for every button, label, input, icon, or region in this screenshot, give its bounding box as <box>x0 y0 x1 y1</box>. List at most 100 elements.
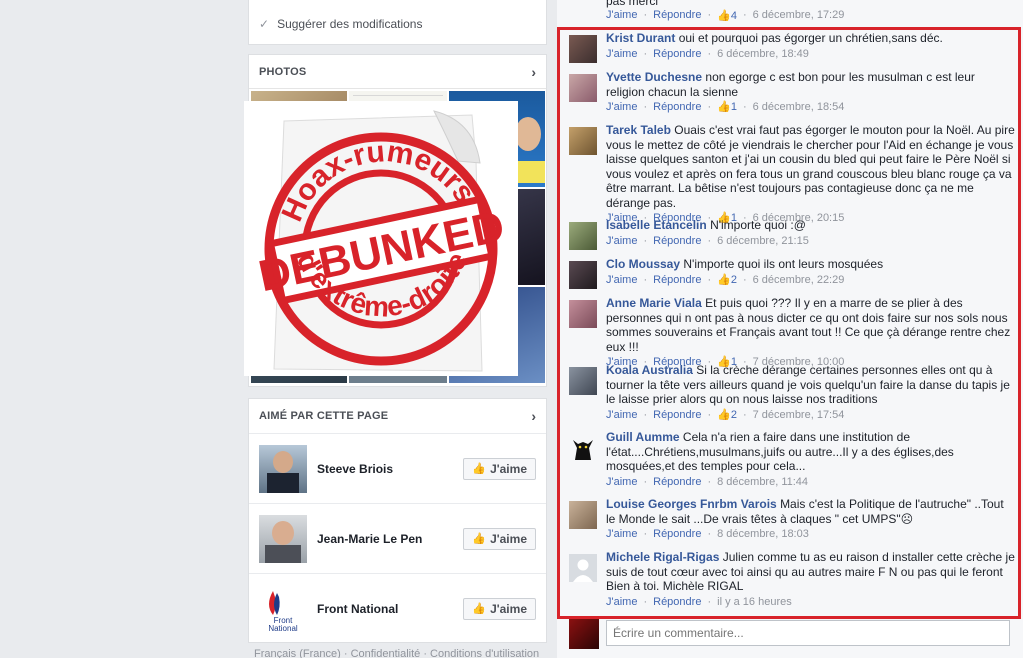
comment-timestamp[interactable]: 7 décembre, 17:54 <box>753 408 845 423</box>
separator: · <box>707 234 712 247</box>
comment-author[interactable]: Koala Australia <box>606 363 693 377</box>
reply-link[interactable]: Répondre <box>653 595 701 610</box>
avatar[interactable] <box>569 300 597 328</box>
write-comment-row <box>569 619 1015 649</box>
like-count[interactable]: 👍4 <box>717 9 737 22</box>
like-link[interactable]: J'aime <box>606 595 637 610</box>
checkmark-icon: ✓ <box>259 17 270 31</box>
comment-actions: J'aime · Répondre · il y a 16 heures <box>606 595 1015 610</box>
comment-timestamp[interactable]: 8 décembre, 18:03 <box>717 527 809 542</box>
reply-link[interactable]: Répondre <box>653 527 701 542</box>
reply-link[interactable]: Répondre <box>653 475 701 490</box>
comment-author[interactable]: Isabelle Etancelin <box>606 218 707 232</box>
like-count[interactable]: 👍2 <box>717 408 737 423</box>
avatar[interactable] <box>569 261 597 289</box>
like-link[interactable]: J'aime <box>606 527 637 542</box>
suggest-edits-link[interactable]: ✓ Suggérer des modifications <box>259 17 422 31</box>
separator: · <box>707 528 712 540</box>
thumbs-up-icon: 👍 <box>717 101 731 113</box>
reply-link[interactable]: Répondre <box>653 408 701 423</box>
comment-author[interactable]: Krist Durant <box>606 31 675 45</box>
separator: · <box>707 475 712 488</box>
separator: · <box>643 475 648 488</box>
comment-author[interactable]: Guill Aumme <box>606 430 680 444</box>
photos-header[interactable]: PHOTOS › <box>249 55 546 89</box>
separator: · <box>643 234 648 247</box>
separator: · <box>742 9 747 21</box>
comment-actions: J'aime · Répondre · 👍1 · 6 décembre, 18:… <box>606 100 1015 115</box>
comment-timestamp[interactable]: 6 décembre, 18:54 <box>753 100 845 115</box>
photos-title: PHOTOS <box>259 65 307 78</box>
reply-link[interactable]: Répondre <box>653 47 701 62</box>
thumbs-up-icon: 👍 <box>472 603 487 615</box>
avatar[interactable] <box>569 554 597 582</box>
like-link[interactable]: J'aime <box>606 9 637 22</box>
liked-page-name[interactable]: Front National <box>317 602 463 616</box>
avatar[interactable] <box>569 619 599 649</box>
separator: · <box>643 9 648 21</box>
like-link[interactable]: J'aime <box>606 475 637 490</box>
reply-link[interactable]: Répondre <box>653 234 701 249</box>
avatar[interactable] <box>259 514 307 563</box>
comment-author[interactable]: Yvette Duchesne <box>606 70 702 84</box>
thumbs-up-icon: 👍 <box>472 463 487 475</box>
separator: · <box>707 47 712 60</box>
comment-timestamp[interactable]: 6 décembre, 18:49 <box>717 47 809 62</box>
liked-page-name[interactable]: Jean-Marie Le Pen <box>317 532 463 546</box>
comment: Louise Georges Fnrbm Varois Mais c'est l… <box>569 497 1015 542</box>
liked-page-row[interactable]: Steeve Briois 👍 J'aime <box>249 433 546 503</box>
liked-page-row[interactable]: Jean-Marie Le Pen 👍 J'aime <box>249 503 546 573</box>
avatar[interactable] <box>569 127 597 155</box>
comment-actions: J'aime · Répondre · 6 décembre, 18:49 <box>606 47 1015 62</box>
comment-author[interactable]: Michele Rigal-Rigas <box>606 550 719 564</box>
front-national-logo[interactable]: Front National <box>259 584 307 633</box>
page-like-button[interactable]: 👍 J'aime <box>463 597 536 620</box>
comment-actions: J'aime · Répondre · 8 décembre, 11:44 <box>606 475 1015 490</box>
comment-author[interactable]: Louise Georges Fnrbm Varois <box>606 497 777 511</box>
like-link[interactable]: J'aime <box>606 273 637 288</box>
thumbs-up-icon: 👍 <box>717 10 731 22</box>
like-count[interactable]: 👍1 <box>717 100 737 115</box>
comment-author[interactable]: Tarek Taleb <box>606 123 671 137</box>
avatar[interactable] <box>569 35 597 63</box>
page-like-button[interactable]: 👍 J'aime <box>463 527 536 550</box>
page-like-button[interactable]: 👍 J'aime <box>463 457 536 480</box>
comment-author[interactable]: Clo Moussay <box>606 257 680 271</box>
comment-timestamp[interactable]: 6 décembre, 21:15 <box>717 234 809 249</box>
svg-text:National: National <box>268 624 298 633</box>
avatar[interactable] <box>569 367 597 395</box>
like-button-label: J'aime <box>490 601 527 616</box>
reply-link[interactable]: Répondre <box>653 273 701 288</box>
comment-author[interactable]: Anne Marie Viala <box>606 296 702 310</box>
like-link[interactable]: J'aime <box>606 408 637 423</box>
comment-text: N'importe quoi :@ <box>710 218 806 232</box>
comment-timestamp[interactable]: 6 décembre, 22:29 <box>753 273 845 288</box>
liked-page-name[interactable]: Steeve Briois <box>317 462 463 476</box>
comment: Clo Moussay N'importe quoi ils ont leurs… <box>569 257 1015 289</box>
like-count[interactable]: 👍2 <box>717 273 737 288</box>
like-link[interactable]: J'aime <box>606 47 637 62</box>
reply-link[interactable]: Répondre <box>653 9 701 22</box>
comment-timestamp[interactable]: 8 décembre, 11:44 <box>717 475 808 490</box>
comment-input[interactable] <box>606 620 1010 646</box>
like-link[interactable]: J'aime <box>606 100 637 115</box>
reply-link[interactable]: Répondre <box>653 100 701 115</box>
avatar[interactable] <box>569 222 597 250</box>
comment: Tarek Taleb Ouais c'est vrai faut pas ég… <box>569 123 1015 226</box>
separator: · <box>707 101 712 113</box>
avatar[interactable] <box>259 444 307 493</box>
chevron-right-icon[interactable]: › <box>531 408 536 424</box>
comment-timestamp[interactable]: il y a 16 heures <box>717 595 792 610</box>
avatar[interactable] <box>569 74 597 102</box>
chevron-right-icon[interactable]: › <box>531 64 536 80</box>
comment-timestamp[interactable]: 6 décembre, 17:29 <box>753 9 845 22</box>
liked-header[interactable]: AIMÉ PAR CETTE PAGE › <box>249 399 546 433</box>
avatar[interactable] <box>569 434 597 462</box>
thumbs-up-icon: 👍 <box>717 408 731 421</box>
debunked-stamp-svg: Hoax-rumeurs DEBUNKED d'extrême-droite <box>254 110 509 372</box>
like-link[interactable]: J'aime <box>606 234 637 249</box>
avatar[interactable] <box>569 501 597 529</box>
like-button-label: J'aime <box>490 531 527 546</box>
liked-page-row[interactable]: Front National Front National 👍 J'aime <box>249 573 546 643</box>
footer-links[interactable]: Français (France) · Confidentialité · Co… <box>254 648 539 658</box>
